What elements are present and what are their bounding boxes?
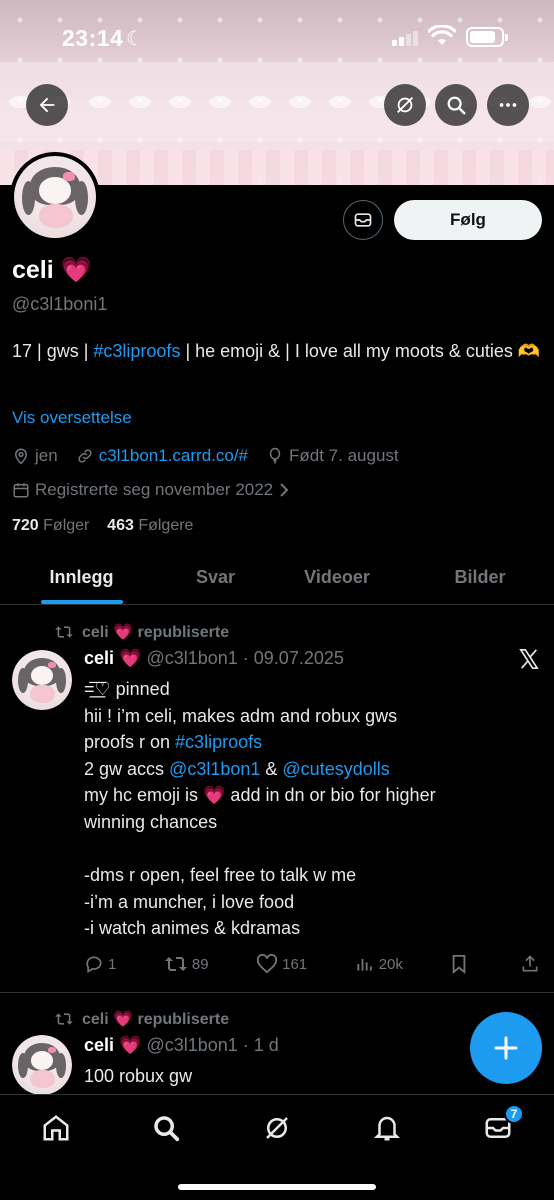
follow-button[interactable]: Følg [394,200,542,240]
profile-handle: @c3l1boni1 [12,294,108,314]
x-logo-icon [519,649,539,669]
like-button[interactable]: 161 [256,954,307,974]
post-text: =͟͟͞♡ pinned hii ! i’m celi, makes adm a… [84,679,436,939]
mention-link-1[interactable]: @c3l1bon1 [169,759,260,779]
tab-videos[interactable]: Videoer [268,550,406,604]
follow-counts: 720 Følger 463 Følgere [12,517,193,535]
location-text: jen [35,446,58,465]
more-icon [499,103,517,107]
avatar-image [12,1035,72,1095]
arrow-left-icon [39,97,55,113]
post-pinned[interactable]: celi 💗 republiserte celi 💗 @c3l1bon1 · 0… [0,606,554,992]
post-header: celi 💗 @c3l1bon1 · 09.07.2025 [84,648,344,669]
home-icon [43,1115,69,1141]
joined-text: Registrerte seg november 2022 [35,480,274,499]
share-button[interactable] [520,954,544,974]
search-button[interactable] [435,84,477,126]
messages-badge: 7 [504,1104,524,1124]
hashtag-link[interactable]: #c3liproofs [175,732,262,752]
bio-text: 17 | gws | [12,341,94,361]
bookmark-button[interactable] [450,954,472,974]
link-icon [78,449,92,463]
envelope-icon [354,213,372,227]
location-pin-icon [14,448,28,465]
bio-hashtag-link[interactable]: #c3liproofs [93,341,180,361]
repost-indicator: celi 💗 republiserte [54,1009,229,1029]
back-button[interactable] [26,84,68,126]
profile-tabs: Innlegg Svar Videoer Bilder [0,550,554,605]
post-avatar[interactable] [12,1035,72,1095]
nav-home[interactable] [39,1111,73,1145]
avatar-image [12,650,72,710]
following-link[interactable]: 720 Følger [12,517,89,534]
bell-icon [373,1116,401,1141]
repost-icon [55,1013,73,1025]
profile-bio: 17 | gws | #c3liproofs | he emoji & | I … [12,337,542,365]
post-author[interactable]: celi 💗 [84,1035,141,1055]
chevron-right-icon [280,483,289,497]
nav-grok[interactable] [260,1111,294,1145]
post-meta: @c3l1bon1 · 1 d [146,1035,279,1055]
signal-icon [392,30,418,46]
repost-indicator: celi 💗 republiserte [54,622,229,642]
post-text: 100 robux gw [84,1066,193,1086]
post-actions: 1 89 161 20k [84,954,544,974]
message-button[interactable] [343,200,383,240]
post-header: celi 💗 @c3l1bon1 · 1 d [84,1035,279,1056]
balloon-icon [269,447,281,464]
bio-text-2: | he emoji & | I love all my moots & cut… [180,341,541,361]
birthday-text: Født 7. august [289,446,399,465]
post-avatar[interactable] [12,650,72,710]
website-link[interactable]: c3l1bon1.carrd.co/# [99,446,248,466]
repost-button[interactable]: 89 [164,954,209,974]
search-icon [447,96,466,115]
status-time: 23:14 [62,25,124,51]
heart-icon [257,954,278,974]
status-bar: 23:14 ☾ [0,0,554,72]
nav-notifications[interactable] [370,1111,404,1145]
joined-row[interactable]: Registrerte seg november 2022 [12,480,291,500]
battery-icon [466,27,508,47]
grok-button[interactable] [384,84,426,126]
avatar-image [14,156,96,238]
wifi-icon [428,25,456,45]
tab-images[interactable]: Bilder [406,550,554,604]
post-meta: @c3l1bon1 · 09.07.2025 [146,648,344,668]
search-icon [154,1116,180,1142]
mention-link-2[interactable]: @cutesydolls [282,759,389,779]
views-button[interactable]: 20k [355,954,403,974]
post-author[interactable]: celi 💗 [84,648,141,668]
grok-icon [266,1117,288,1139]
translate-link[interactable]: Vis oversettelse [12,408,132,428]
repost-icon [55,626,73,638]
tab-replies[interactable]: Svar [163,550,268,604]
bar-chart-icon [357,959,372,971]
profile-avatar[interactable] [10,152,100,242]
plus-icon [494,1036,518,1060]
home-indicator[interactable] [178,1184,376,1190]
nav-search[interactable] [149,1111,183,1145]
moon-icon: ☾ [126,28,144,50]
reply-button[interactable]: 1 [84,954,116,974]
profile-name: celi 💗 [12,256,92,284]
grok-icon [397,97,413,113]
followers-link[interactable]: 463 Følgere [107,517,193,534]
share-icon [522,955,538,972]
compose-button[interactable] [470,1012,542,1084]
tab-posts[interactable]: Innlegg [0,550,163,604]
more-button[interactable] [487,84,529,126]
reply-icon [86,956,102,973]
calendar-icon [13,483,29,498]
repost-icon [164,957,187,971]
profile-meta: jen c3l1bon1.carrd.co/# Født 7. august [12,446,417,466]
bookmark-icon [453,955,466,974]
